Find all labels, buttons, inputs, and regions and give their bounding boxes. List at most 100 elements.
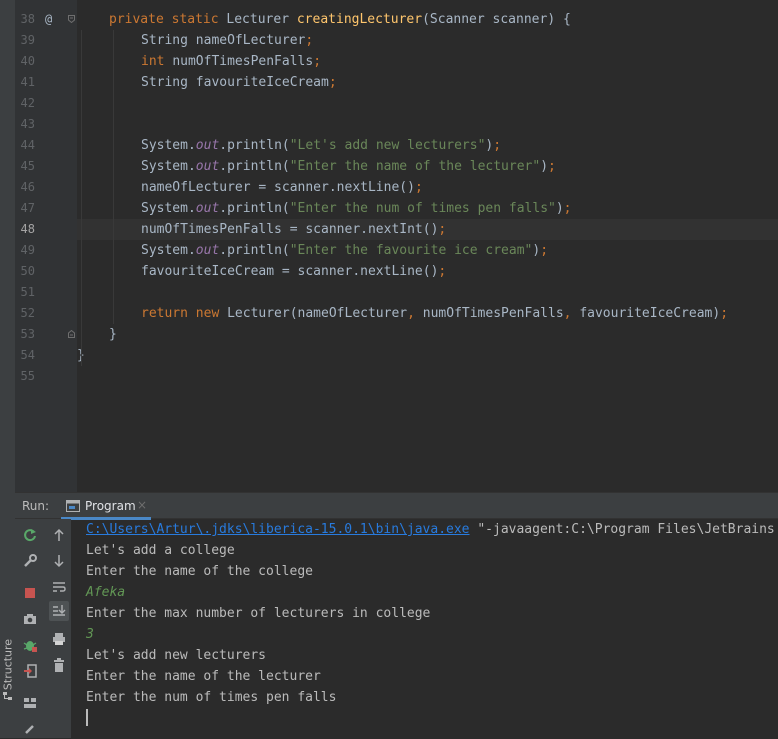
code-token: )	[540, 159, 549, 174]
code-token: System.	[141, 138, 196, 153]
code-token: .println(	[219, 243, 290, 258]
code-token: ;	[540, 243, 549, 258]
pin-icon[interactable]	[20, 719, 40, 739]
code-line[interactable]: }	[109, 324, 117, 345]
code-token: System.	[141, 201, 196, 216]
camera-icon[interactable]	[20, 609, 40, 629]
code-token: ;	[414, 180, 423, 195]
code-token: (Scanner scanner) {	[422, 12, 571, 27]
code-token: ;	[313, 54, 322, 69]
login-icon[interactable]	[20, 661, 40, 681]
indent-guide	[81, 30, 82, 366]
code-token: .println(	[219, 159, 290, 174]
line-number: 43	[20, 117, 35, 131]
console-output-line: Enter the max number of lecturers in col…	[86, 606, 431, 621]
console-command-line: C:\Users\Artur\.jdks\liberica-15.0.1\bin…	[86, 519, 775, 540]
code-token: out	[195, 243, 220, 258]
soft-wrap-icon[interactable]	[49, 577, 69, 597]
stop-icon[interactable]	[20, 583, 40, 603]
line-number: 44	[20, 138, 35, 152]
run-panel: Run: Program × C:\Users\Artur\.jdks\libe…	[15, 492, 778, 738]
line-number: 46	[20, 180, 35, 194]
code-token: ;	[493, 138, 502, 153]
scroll-to-end-icon[interactable]	[49, 601, 69, 621]
code-line[interactable]: String nameOfLecturer;	[141, 30, 313, 51]
down-arrow-icon[interactable]	[49, 551, 69, 571]
code-token: ;	[438, 264, 447, 279]
code-line[interactable]: String favouriteIceCream;	[141, 72, 337, 93]
line-number: 49	[20, 243, 35, 257]
fold-marker-icon[interactable]	[68, 330, 75, 338]
console-output-line: Let's add a college	[86, 543, 235, 558]
code-token: "Enter the name of the lecturer"	[289, 159, 541, 174]
code-line[interactable]: numOfTimesPenFalls = scanner.nextInt();	[141, 219, 446, 240]
code-token: "Let's add new lecturers"	[289, 138, 486, 153]
override-marker-icon[interactable]: @	[45, 9, 52, 30]
layout-icon[interactable]	[20, 693, 40, 713]
trash-icon[interactable]	[49, 655, 69, 675]
line-number: 42	[20, 96, 35, 110]
code-token: ,	[407, 306, 423, 321]
code-token: ;	[720, 306, 729, 321]
code-area[interactable]: private static Lecturer creatingLecturer…	[77, 0, 778, 492]
fold-marker-icon[interactable]	[68, 15, 75, 23]
console-output-line: Enter the name of the lecturer	[86, 669, 321, 684]
line-number: 45	[20, 159, 35, 173]
code-line[interactable]: nameOfLecturer = scanner.nextLine();	[141, 177, 423, 198]
code-token: System.	[141, 159, 196, 174]
code-token: numOfTimesPenFalls = scanner.nextInt()	[141, 222, 439, 237]
line-number-gutter: 38 @39 40 41 42 43 44 45 46 47 48 49 50 51 52 53 54 55	[15, 0, 77, 492]
code-editor[interactable]: 38 @39 40 41 42 43 44 45 46 47 48 49 50 51 52 53 54 55 pr…	[15, 0, 778, 492]
line-number: 50	[20, 264, 35, 278]
code-token: ;	[563, 201, 572, 216]
code-line[interactable]: System.out.println("Enter the favourite …	[141, 240, 548, 261]
print-icon[interactable]	[49, 629, 69, 649]
code-token: ;	[438, 222, 447, 237]
code-line[interactable]: int numOfTimesPenFalls;	[141, 51, 321, 72]
structure-tab-label: Structure	[1, 638, 15, 691]
code-line[interactable]: System.out.println("Enter the num of tim…	[141, 198, 572, 219]
console-output-line: Enter the name of the college	[86, 564, 313, 579]
tab-close-icon[interactable]: ×	[137, 498, 147, 512]
code-token: Lecturer	[226, 12, 297, 27]
code-token: out	[195, 201, 220, 216]
code-token: )	[555, 201, 564, 216]
run-panel-header: Run: Program ×	[15, 492, 778, 520]
code-token: return new	[141, 306, 228, 321]
code-token: int	[141, 54, 173, 69]
code-token: Lecturer(nameOfLecturer	[227, 306, 408, 321]
line-number: 51	[20, 285, 35, 299]
line-number: 41	[20, 75, 35, 89]
code-token: ;	[548, 159, 556, 174]
up-arrow-icon[interactable]	[49, 525, 69, 545]
code-line[interactable]: System.out.println("Let's add new lectur…	[141, 135, 501, 156]
tab-program[interactable]: Program ×	[61, 493, 151, 520]
console-output-line: Let's add new lecturers	[86, 648, 267, 663]
code-token: private static	[109, 12, 227, 27]
console-output[interactable]: C:\Users\Artur\.jdks\liberica-15.0.1\bin…	[71, 519, 778, 738]
line-number: 39	[20, 33, 35, 47]
code-line[interactable]: System.out.println("Enter the name of th…	[141, 156, 556, 177]
console-user-input: Afeka	[86, 585, 126, 600]
code-token: .println(	[219, 138, 290, 153]
code-token: nameOfLecturer = scanner.nextLine()	[141, 180, 415, 195]
rerun-icon[interactable]	[20, 525, 40, 545]
debug-bug-icon[interactable]	[20, 635, 40, 655]
code-token: numOfTimesPenFalls	[172, 54, 314, 69]
structure-tool-tab[interactable]: Structure	[0, 638, 15, 700]
line-number: 54	[20, 348, 35, 362]
code-token: favouriteIceCream)	[579, 306, 721, 321]
console-user-input: 3	[86, 627, 94, 642]
code-token: "Enter the favourite ice cream"	[289, 243, 533, 258]
text-caret	[86, 709, 88, 726]
indent-guide	[113, 30, 114, 324]
code-line[interactable]: private static Lecturer creatingLecturer…	[109, 9, 571, 30]
code-token: .println(	[219, 201, 290, 216]
code-line[interactable]: return new Lecturer(nameOfLecturer, numO…	[141, 303, 728, 324]
structure-icon	[3, 692, 12, 700]
java-path-link[interactable]: C:\Users\Artur\.jdks\liberica-15.0.1\bin…	[86, 522, 470, 537]
wrench-icon[interactable]	[20, 551, 40, 571]
code-token: ;	[305, 33, 314, 48]
code-line[interactable]: favouriteIceCream = scanner.nextLine();	[141, 261, 446, 282]
code-token: String favouriteIceCream	[141, 75, 329, 90]
